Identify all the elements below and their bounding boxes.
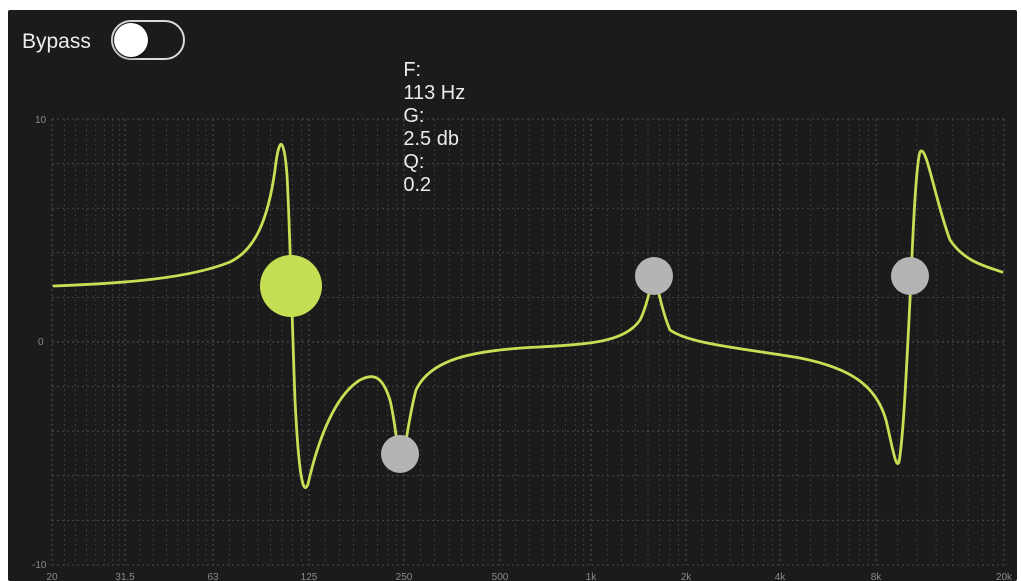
x-tick-label: 20k (996, 572, 1013, 581)
eq-band-handle[interactable] (381, 435, 419, 473)
eq-band-handle[interactable] (891, 257, 929, 295)
x-tick-label: 8k (871, 572, 883, 581)
x-tick-label: 63 (207, 572, 219, 581)
x-tick-label: 250 (396, 572, 413, 581)
y-tick-label: -10 (32, 560, 47, 571)
eq-band-handle-active[interactable] (260, 255, 322, 317)
x-tick-label: 1k (586, 572, 598, 581)
eq-grid (51, 118, 1005, 566)
x-tick-label: 125 (301, 572, 318, 581)
x-axis-labels: 20 31.5 63 125 250 500 1k 2k 4k 8k 20k (46, 572, 1013, 581)
x-tick-label: 500 (492, 572, 509, 581)
x-tick-label: 20 (46, 572, 58, 581)
eq-graph[interactable]: 10 0 -10 20 31.5 63 125 250 500 1k 2k 4k… (8, 10, 1017, 581)
eq-panel: Bypass F: 113 Hz G: 2.5 db Q: 0.2 10 0 -… (8, 10, 1017, 581)
x-tick-label: 31.5 (115, 572, 135, 581)
eq-band-handle[interactable] (635, 257, 673, 295)
y-axis-labels: 10 0 -10 (32, 115, 47, 571)
y-tick-label: 10 (35, 115, 47, 126)
y-tick-label: 0 (38, 337, 44, 348)
x-tick-label: 2k (681, 572, 693, 581)
x-tick-label: 4k (775, 572, 787, 581)
